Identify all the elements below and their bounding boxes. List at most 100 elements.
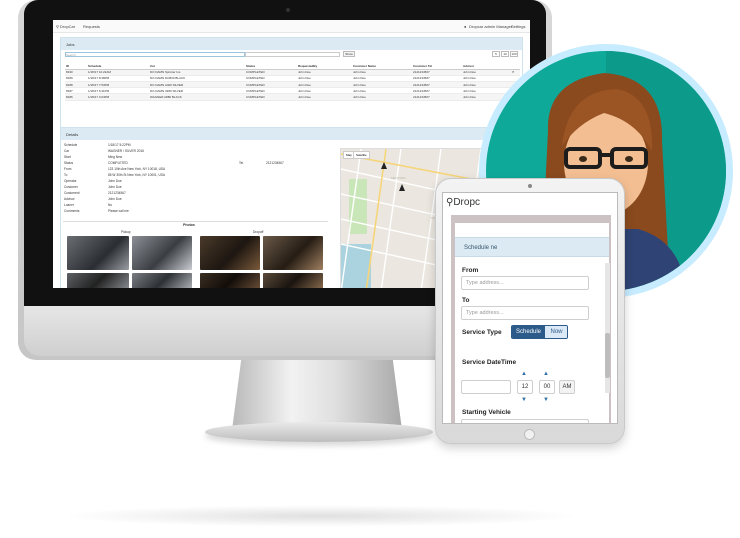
detail-label: Status xyxy=(64,161,74,165)
to-placeholder: Type address... xyxy=(466,310,504,316)
user-menu[interactable]: Dropcar admin Manager xyxy=(469,24,512,29)
home-button[interactable] xyxy=(524,429,535,440)
detail-label: To xyxy=(64,173,68,177)
app-logo[interactable]: DropCar xyxy=(60,24,75,29)
tel-value: 2121234567 xyxy=(266,161,284,165)
form-title: Schedule ne xyxy=(455,237,609,257)
details-title: Details xyxy=(61,128,522,140)
from-label: From xyxy=(462,267,479,274)
hour-down-icon[interactable]: ▼ xyxy=(521,397,527,403)
page-size-10[interactable]: 10 xyxy=(501,51,509,57)
monitor-stand xyxy=(232,352,402,430)
user-icon: ● xyxy=(464,24,467,29)
detail-label: From xyxy=(64,167,72,171)
nav-requests[interactable]: Requests xyxy=(83,24,100,29)
table-row[interactable]: 8186 1/18/17 4:04PM WAGNER A880 BLACK COMPL… xyxy=(65,93,520,101)
detail-value: John Doe xyxy=(108,185,122,189)
webcam-icon xyxy=(286,8,290,12)
dropoff-photo[interactable] xyxy=(200,236,260,270)
pickup-photo[interactable] xyxy=(132,273,192,288)
cell: 8186 xyxy=(65,93,87,101)
service-type-label: Service Type xyxy=(462,329,502,336)
detail-value: John Doe xyxy=(108,197,122,201)
detail-value: 1/18/17 5:22PM xyxy=(108,143,131,147)
tablet-camera-icon xyxy=(528,184,532,188)
cell: WAGNER A880 BLACK xyxy=(149,93,245,101)
detail-value: John Doe xyxy=(108,179,122,183)
pickup-photo[interactable] xyxy=(67,236,129,270)
to-address-input[interactable]: Type address... xyxy=(461,306,589,320)
cell: John Doe xyxy=(352,93,412,101)
cell: 2121234567 xyxy=(412,93,462,101)
detail-label: Loaner xyxy=(64,203,74,207)
detail-label: Customer xyxy=(64,185,78,189)
jobs-search-input[interactable]: Search xyxy=(65,52,245,57)
dropoff-photo[interactable] xyxy=(200,273,260,288)
search-field-extension[interactable] xyxy=(245,52,340,57)
cell: John Doe xyxy=(297,93,352,101)
detail-label: Comments xyxy=(64,209,80,213)
minute-input[interactable]: 00 xyxy=(539,380,555,394)
detail-value: No xyxy=(108,203,113,207)
pickup-photo[interactable] xyxy=(67,273,129,288)
starting-vehicle-input[interactable] xyxy=(461,419,589,423)
monitor-stand-base xyxy=(205,422,433,442)
detail-label: Customer# xyxy=(64,191,80,195)
mobile-logo[interactable]: ⚲Dropc xyxy=(446,197,480,208)
location-pin-icon: ⚲ xyxy=(56,24,59,29)
page-size-5[interactable]: 5 xyxy=(492,51,500,57)
cell: 1/18/17 4:04PM xyxy=(87,93,149,101)
schedule-form: Schedule ne From Type address... To Type… xyxy=(455,223,609,423)
photos-title: Photos xyxy=(183,223,195,227)
minute-down-icon[interactable]: ▼ xyxy=(543,397,549,403)
detail-value: Ming New xyxy=(108,155,123,159)
tel-label: Tel. xyxy=(239,161,244,165)
detail-label: Car xyxy=(64,149,70,153)
mobile-logo-text: Dropc xyxy=(453,197,481,208)
schedule-option[interactable]: Schedule xyxy=(512,326,545,338)
starting-vehicle-label: Starting Vehicle xyxy=(462,409,511,416)
hour-input[interactable]: 12 xyxy=(517,380,533,394)
detail-value: 123 10th Ave New York, NY 10018, USA xyxy=(108,167,166,171)
jobs-title: Jobs xyxy=(61,38,522,50)
monitor-shadow xyxy=(60,505,580,527)
top-navbar: ⚲ DropCar Requests ● Dropcar admin Manag… xyxy=(53,20,530,33)
ampm-toggle[interactable]: AM xyxy=(559,380,575,394)
dropoff-photo[interactable] xyxy=(263,273,323,288)
hour-up-icon[interactable]: ▲ xyxy=(521,371,527,377)
cell: COMPLETED xyxy=(245,93,297,101)
photos-section: Photos Pickup Dropoff xyxy=(63,221,328,288)
tablet-screen: ⚲Dropc Schedule ne From Type address... … xyxy=(442,192,618,424)
search-placeholder: Search xyxy=(66,53,76,57)
form-scrollbar-thumb[interactable] xyxy=(605,333,610,378)
satellite-tab[interactable]: Satellite xyxy=(353,151,370,159)
to-label: To xyxy=(462,297,470,304)
detail-value: 2121234567 xyxy=(108,191,126,195)
settings-menu[interactable]: Settings xyxy=(511,24,525,29)
detail-label: Advisor xyxy=(64,197,75,201)
from-address-input[interactable]: Type address... xyxy=(461,276,589,290)
jobs-panel: Jobs Search Show 5 10 100 ID Schedule Ca… xyxy=(60,37,523,137)
jobs-table: ID Schedule Car Status RequestedBy Custo… xyxy=(65,63,520,101)
dropoff-photo[interactable] xyxy=(263,236,323,270)
detail-value: WAGNER / SILVER 2016 xyxy=(108,149,144,153)
pickup-label: Pickup xyxy=(121,230,131,234)
service-datetime-label: Service DateTime xyxy=(462,359,517,366)
detail-value: COMPLETED xyxy=(108,161,128,165)
detail-value: 85 W 30th St New York, NY 10001, USA xyxy=(108,173,165,177)
show-button[interactable]: Show xyxy=(343,51,355,57)
detail-label: Start xyxy=(64,155,71,159)
row-search-icon[interactable]: ⌕ xyxy=(512,69,514,74)
detail-value: Please call me xyxy=(108,209,129,213)
detail-label: Schedule xyxy=(64,143,78,147)
detail-label: Operator xyxy=(64,179,77,183)
service-type-toggle: Schedule Now xyxy=(511,325,568,339)
from-placeholder: Type address... xyxy=(466,280,504,286)
svg-text:MIDTOWN: MIDTOWN xyxy=(391,176,406,180)
page-size-100[interactable]: 100 xyxy=(510,51,518,57)
minute-up-icon[interactable]: ▲ xyxy=(543,371,549,377)
dropoff-label: Dropoff xyxy=(253,230,264,234)
pickup-photo[interactable] xyxy=(132,236,192,270)
date-input[interactable] xyxy=(461,380,511,394)
now-option[interactable]: Now xyxy=(545,326,567,338)
